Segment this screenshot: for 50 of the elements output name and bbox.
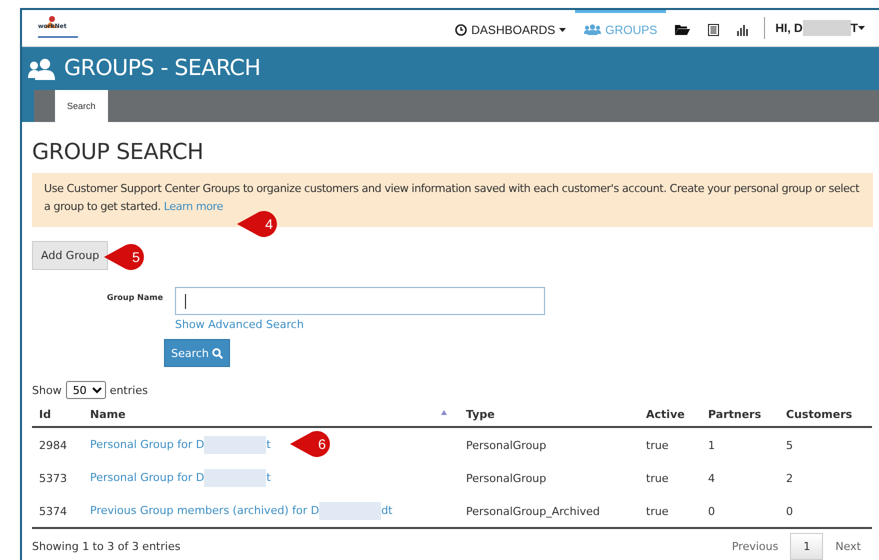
section-heading: GROUP SEARCH xyxy=(32,140,204,165)
clock-icon xyxy=(455,24,468,36)
page-title: GROUPS - SEARCH xyxy=(64,56,260,81)
table-cell-text: 5373 xyxy=(38,470,68,486)
table-cell: PersonalGroup xyxy=(459,427,639,461)
table-icon[interactable] xyxy=(708,24,720,36)
next-page-button[interactable]: Next xyxy=(823,534,873,559)
table-cell: 2984 xyxy=(32,427,83,461)
caret-icon xyxy=(559,28,566,32)
column-header[interactable]: Active xyxy=(639,403,701,427)
add-group-button[interactable]: Add Group xyxy=(32,241,108,270)
show-label: Show xyxy=(32,384,62,396)
column-header[interactable]: Id xyxy=(32,403,83,427)
table-cell: 0 xyxy=(701,494,779,528)
user-menu[interactable]: HI, D T xyxy=(771,20,879,36)
table-cell: PersonalGroup_Archived xyxy=(459,494,639,528)
table-cell-text: 4 xyxy=(707,470,716,486)
group-name-link[interactable]: Personal Group for D t xyxy=(90,471,271,484)
entries-label: entries xyxy=(110,384,148,396)
table-cell: 5 xyxy=(779,427,872,461)
table-cell: 5374 xyxy=(32,494,83,528)
people-icon xyxy=(584,24,602,35)
table-cell-text: true xyxy=(645,470,670,486)
table-cell: true xyxy=(639,494,701,528)
search-icon xyxy=(212,348,223,358)
group-name-input[interactable] xyxy=(175,287,545,315)
column-header[interactable]: Customers xyxy=(779,403,872,427)
caret-icon xyxy=(858,26,865,30)
column-header[interactable]: Partners xyxy=(701,403,779,427)
table-cell-text: PersonalGroup xyxy=(465,470,548,486)
search-button[interactable]: Search xyxy=(164,339,230,367)
group-name-link[interactable]: Previous Group members (archived) for D dt xyxy=(90,504,392,518)
table-cell: 1 xyxy=(701,427,779,461)
column-header[interactable]: Type xyxy=(459,403,639,427)
table-cell: 0 xyxy=(779,494,872,528)
column-header[interactable]: Name xyxy=(83,403,459,427)
table-cell-text: 2 xyxy=(785,470,794,486)
page-button[interactable]: 1 xyxy=(790,533,824,560)
table-cell: true xyxy=(639,427,701,461)
previous-page-button[interactable]: Previous xyxy=(720,534,790,559)
field-label: Group Name xyxy=(106,292,164,304)
group-name-link[interactable]: Personal Group for D t xyxy=(90,438,271,452)
tab[interactable]: Search xyxy=(55,90,108,122)
entries-summary: Showing 1 to 3 of 3 entries xyxy=(32,540,180,553)
page-size-select[interactable]: 50 xyxy=(66,381,106,399)
advanced-search-link[interactable]: Show Advanced Search xyxy=(175,318,545,331)
alert-text: Use Customer Support Center Groups to organize customers and view information saved with each customer's account. Create your personal group or select a group to get started. Learn more xyxy=(44,182,860,213)
nav-link[interactable]: DASHBOARDS xyxy=(446,10,576,46)
folder-icon[interactable] xyxy=(675,24,690,36)
bar-chart-icon[interactable] xyxy=(737,24,750,36)
